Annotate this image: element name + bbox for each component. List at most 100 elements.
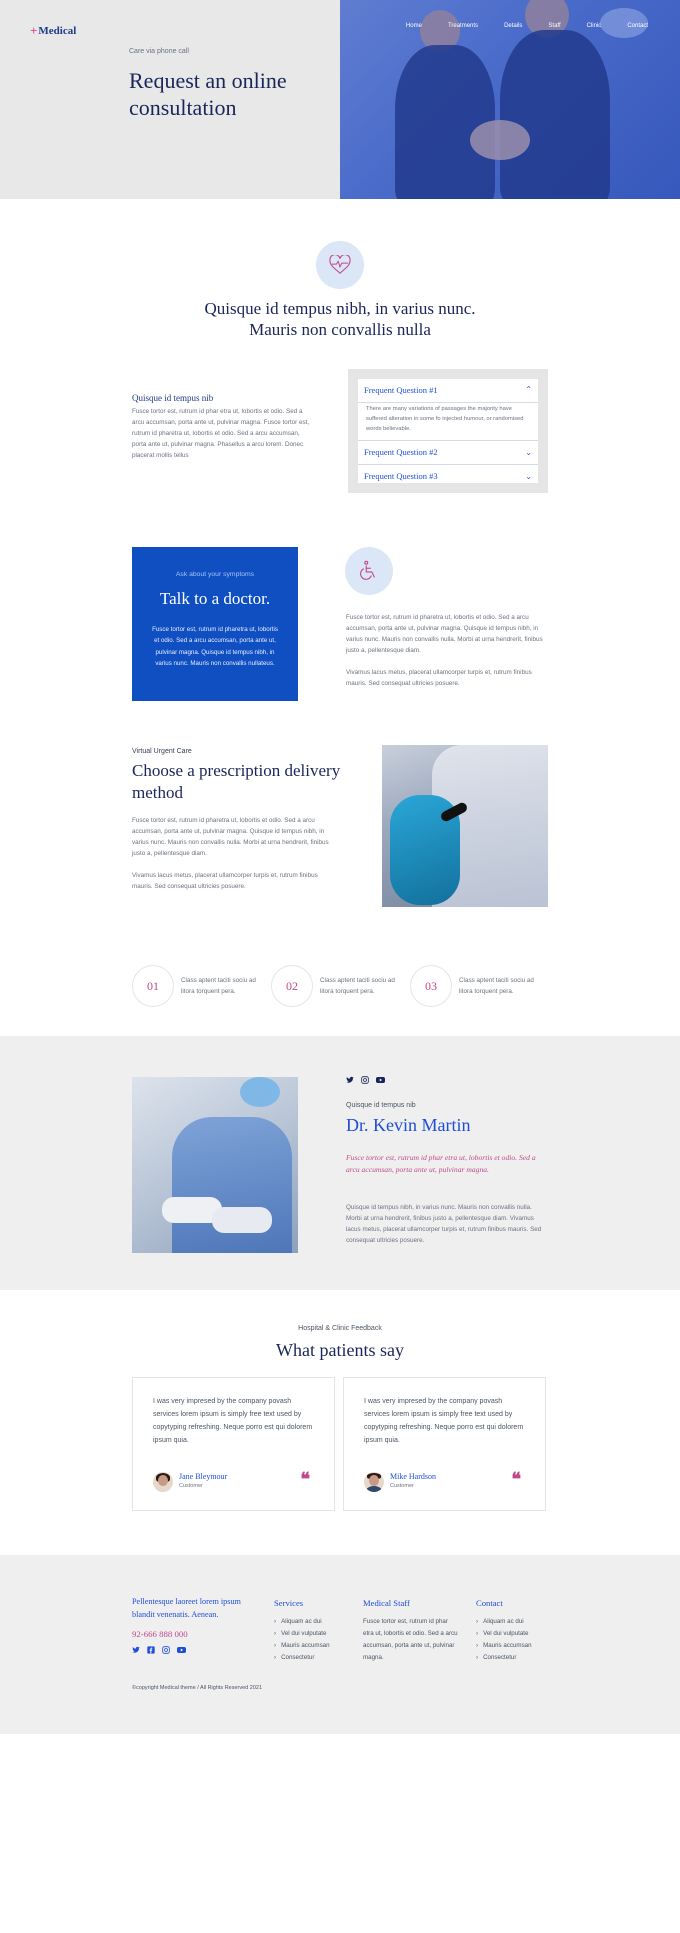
author-role: Customer xyxy=(179,1483,203,1490)
step-text: Class aptent taciti sociu ad litora torq… xyxy=(459,976,534,995)
heart-pulse-icon xyxy=(316,241,364,289)
chevron-right-icon: › xyxy=(274,1630,277,1638)
footer-services: Services › Aliquam ac dui › Vel dui vulput… xyxy=(274,1596,330,1664)
footer-link[interactable]: › Mauris accumsan xyxy=(274,1640,330,1652)
hero-kicker: Care via phone call xyxy=(129,48,189,55)
footer-phone[interactable]: 92-666 888 000 xyxy=(132,1627,188,1642)
symptoms-paragraph-1: Fusce tortor est, rutrum id pharetra ut,… xyxy=(346,614,543,655)
hero-title: Request an online consultation xyxy=(129,68,287,120)
step-number: 01 xyxy=(132,965,174,1007)
chevron-right-icon: › xyxy=(476,1642,479,1650)
instagram-icon[interactable] xyxy=(162,1646,170,1654)
step-item: 02 Class aptent taciti sociu ad litora t… xyxy=(271,965,410,1007)
chevron-right-icon: › xyxy=(476,1654,479,1662)
nav-home[interactable]: Home xyxy=(406,21,422,32)
step-item: 03 Class aptent taciti sociu ad litora t… xyxy=(410,965,549,1007)
footer-social-links xyxy=(132,1646,186,1654)
twitter-icon[interactable] xyxy=(346,1076,354,1084)
hero-section: + Medical Home Treatments Details Staff … xyxy=(0,0,680,199)
prescription-text: Fusce tortor est, rutrum id pharetra ut,… xyxy=(132,815,337,903)
prescription-paragraph-1: Fusce tortor est, rutrum id pharetra ut,… xyxy=(132,817,329,858)
testimonial-card: I was very impresed by the company povas… xyxy=(132,1377,335,1511)
testimonial-card: I was very impresed by the company povas… xyxy=(343,1377,546,1511)
doctor-quote: Fusce tortor est, rutrum id phar etra ut… xyxy=(346,1153,536,1175)
testimonials-kicker: Hospital & Clinic Feedback xyxy=(298,1325,382,1332)
chevron-down-icon: ⌄ xyxy=(525,447,532,457)
step-number: 03 xyxy=(410,965,452,1007)
testimonial-author: Mike Hardson Customer xyxy=(364,1471,436,1492)
footer-link[interactable]: › Aliquam ac dui xyxy=(274,1616,330,1628)
step-number: 02 xyxy=(271,965,313,1007)
step-text: Class aptent taciti sociu ad litora torq… xyxy=(181,976,256,995)
doctor-section xyxy=(0,1036,680,1290)
footer-contact-title: Contact xyxy=(476,1598,503,1608)
faq-question-1[interactable]: Frequent Question #1 ⌃ xyxy=(358,379,538,403)
logo[interactable]: + Medical xyxy=(30,20,76,43)
copyright: ©copyright Medical theme / All Rights Re… xyxy=(132,1685,263,1691)
steps-row: 01 Class aptent taciti sociu ad litora t… xyxy=(132,965,549,1007)
testimonial-quote: I was very impresed by the company povas… xyxy=(153,1398,313,1444)
facebook-icon[interactable] xyxy=(147,1646,155,1654)
faq-panel: Frequent Question #1 ⌃ There are many va… xyxy=(348,369,548,493)
footer-staff-title: Medical Staff xyxy=(363,1598,410,1608)
chevron-right-icon: › xyxy=(476,1618,479,1626)
talk-to-doctor-box: Ask about your symptoms Talk to a doctor… xyxy=(132,547,298,701)
footer xyxy=(0,1555,680,1734)
nav-staff[interactable]: Staff xyxy=(548,21,560,32)
prescription-kicker: Virtual Urgent Care xyxy=(132,748,192,755)
intro-title: Quisque id tempus nibh, in varius nunc. … xyxy=(204,299,476,340)
footer-link[interactable]: › Consectetur xyxy=(476,1652,532,1664)
quote-icon: ❝ xyxy=(511,1469,521,1489)
nav-treatments[interactable]: Treatments xyxy=(448,21,478,32)
footer-tagline: Pellentesque laoreet lorem ipsum blandit… xyxy=(132,1597,241,1619)
testimonials-title: What patients say xyxy=(276,1340,404,1360)
doctor-box-body: Fusce tortor est, rutrum id pharetra ut,… xyxy=(152,625,278,668)
faq-question-3[interactable]: Frequent Question #3 ⌄ xyxy=(358,465,538,488)
avatar xyxy=(364,1471,384,1492)
intro-body: Fusce tortor est, rutrum id phar etra ut… xyxy=(132,408,310,460)
intro-subtitle: Quisque id tempus nib xyxy=(132,393,214,403)
main-nav: Home Treatments Details Staff Clinic Con… xyxy=(406,21,648,32)
logo-text: Medical xyxy=(38,24,77,37)
chevron-right-icon: › xyxy=(476,1630,479,1638)
youtube-icon[interactable] xyxy=(177,1646,186,1654)
youtube-icon[interactable] xyxy=(376,1076,385,1084)
footer-link[interactable]: › Vel dui vulputate xyxy=(274,1628,330,1640)
chevron-right-icon: › xyxy=(274,1654,277,1662)
footer-link[interactable]: › Aliquam ac dui xyxy=(476,1616,532,1628)
twitter-icon[interactable] xyxy=(132,1646,140,1654)
faq-accordion: Frequent Question #1 ⌃ There are many va… xyxy=(358,379,538,483)
author-name: Mike Hardson xyxy=(390,1471,436,1481)
quote-icon: ❝ xyxy=(300,1469,310,1489)
symptoms-paragraph-2: Vivamus lacus metus, placerat ullamcorpe… xyxy=(346,669,532,688)
doctor-box-title: Talk to a doctor. xyxy=(159,588,271,608)
testimonial-author: Jane Bleymour Customer xyxy=(153,1471,228,1492)
doctor-social-links xyxy=(346,1076,385,1084)
nav-clinic[interactable]: Clinic xyxy=(587,21,602,32)
chevron-right-icon: › xyxy=(274,1642,277,1650)
symptoms-text: Fusce tortor est, rutrum id pharetra ut,… xyxy=(346,612,548,700)
surgeon-photo xyxy=(132,1077,298,1253)
wheelchair-icon xyxy=(345,547,393,595)
nav-contact[interactable]: Contact xyxy=(627,21,648,32)
faq-answer-1: There are many variations of passages th… xyxy=(358,403,538,442)
logo-plus-icon: + xyxy=(30,23,38,38)
avatar xyxy=(153,1471,173,1492)
instagram-icon[interactable] xyxy=(361,1076,369,1084)
footer-link[interactable]: › Consectetur xyxy=(274,1652,330,1664)
testimonial-quote: I was very impresed by the company povas… xyxy=(364,1398,524,1444)
prescription-paragraph-2: Vivamus lacus metus, placerat ullamcorpe… xyxy=(132,872,318,891)
footer-link[interactable]: › Vel dui vulputate xyxy=(476,1628,532,1640)
faq-question-2[interactable]: Frequent Question #2 ⌄ xyxy=(358,441,538,466)
doctor-name: Dr. Kevin Martin xyxy=(346,1115,471,1135)
footer-staff-text: Fusce tortor est, rutrum id phar etra ut… xyxy=(363,1618,458,1662)
step-text: Class aptent taciti sociu ad litora torq… xyxy=(320,976,395,995)
chevron-right-icon: › xyxy=(274,1618,277,1626)
chevron-up-icon: ⌃ xyxy=(525,385,532,395)
author-name: Jane Bleymour xyxy=(179,1471,228,1481)
footer-staff: Medical Staff Fusce tortor est, rutrum i… xyxy=(363,1596,459,1664)
chevron-down-icon: ⌄ xyxy=(525,471,532,481)
prescription-title: Choose a prescription delivery method xyxy=(132,761,341,802)
nav-details[interactable]: Details xyxy=(504,21,522,32)
footer-link[interactable]: › Mauris accumsan xyxy=(476,1640,532,1652)
